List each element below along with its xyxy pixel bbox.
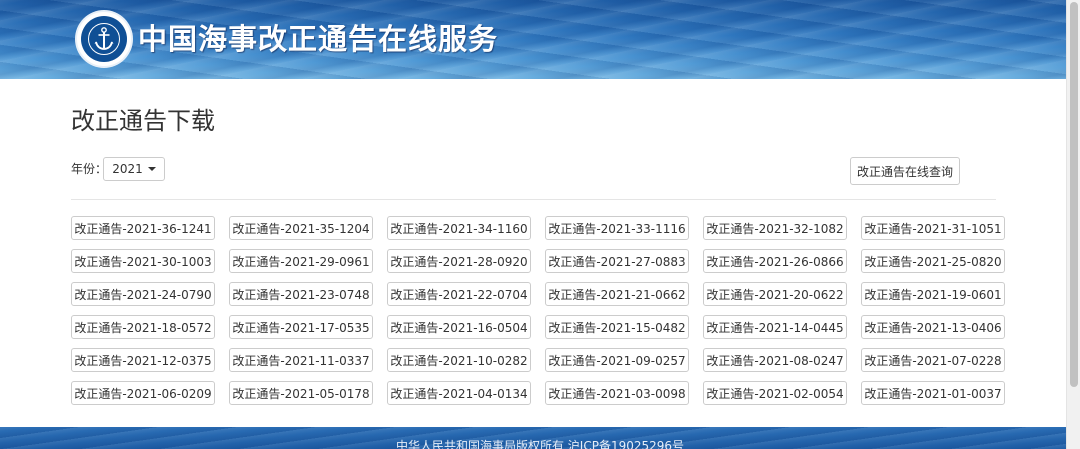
vertical-scrollbar[interactable] <box>1066 0 1080 449</box>
footer-copyright: 中华人民共和国海事局版权所有 沪ICP备19025296号 <box>395 439 685 449</box>
notice-download-button[interactable]: 改正通告-2021-20-0622 <box>703 282 847 306</box>
notice-download-button[interactable]: 改正通告-2021-19-0601 <box>861 282 1005 306</box>
notice-download-button[interactable]: 改正通告-2021-33-1116 <box>545 216 689 240</box>
notice-download-button[interactable]: 改正通告-2021-29-0961 <box>229 249 373 273</box>
year-value: 2021 <box>112 162 143 176</box>
notice-download-button[interactable]: 改正通告-2021-18-0572 <box>71 315 215 339</box>
divider <box>71 199 996 200</box>
notice-download-button[interactable]: 改正通告-2021-26-0866 <box>703 249 847 273</box>
notice-download-button[interactable]: 改正通告-2021-02-0054 <box>703 381 847 405</box>
notice-download-button[interactable]: 改正通告-2021-15-0482 <box>545 315 689 339</box>
caret-down-icon <box>147 167 156 171</box>
notice-download-button[interactable]: 改正通告-2021-07-0228 <box>861 348 1005 372</box>
notice-download-button[interactable]: 改正通告-2021-25-0820 <box>861 249 1005 273</box>
notice-download-button[interactable]: 改正通告-2021-34-1160 <box>387 216 531 240</box>
notice-download-button[interactable]: 改正通告-2021-23-0748 <box>229 282 373 306</box>
notice-grid: 改正通告-2021-36-1241 改正通告-2021-35-1204 改正通告… <box>71 216 1007 405</box>
year-label: 年份： <box>71 162 108 176</box>
notice-download-button[interactable]: 改正通告-2021-14-0445 <box>703 315 847 339</box>
notice-download-button[interactable]: 改正通告-2021-22-0704 <box>387 282 531 306</box>
notice-download-button[interactable]: 改正通告-2021-35-1204 <box>229 216 373 240</box>
notice-download-button[interactable]: 改正通告-2021-11-0337 <box>229 348 373 372</box>
notice-download-button[interactable]: 改正通告-2021-04-0134 <box>387 381 531 405</box>
site-header: 中国海事改正通告在线服务 <box>0 0 1080 79</box>
anchor-logo-icon <box>81 16 127 62</box>
notice-download-button[interactable]: 改正通告-2021-21-0662 <box>545 282 689 306</box>
site-title: 中国海事改正通告在线服务 <box>138 22 499 56</box>
notice-download-button[interactable]: 改正通告-2021-27-0883 <box>545 249 689 273</box>
china-msa-logo[interactable] <box>77 12 131 66</box>
scrollbar-thumb[interactable] <box>1070 2 1078 387</box>
notice-download-button[interactable]: 改正通告-2021-09-0257 <box>545 348 689 372</box>
notice-download-button[interactable]: 改正通告-2021-30-1003 <box>71 249 215 273</box>
year-dropdown[interactable]: 2021 <box>103 157 165 181</box>
notice-download-button[interactable]: 改正通告-2021-13-0406 <box>861 315 1005 339</box>
notice-download-button[interactable]: 改正通告-2021-17-0535 <box>229 315 373 339</box>
notice-download-button[interactable]: 改正通告-2021-24-0790 <box>71 282 215 306</box>
notice-download-button[interactable]: 改正通告-2021-05-0178 <box>229 381 373 405</box>
notice-download-button[interactable]: 改正通告-2021-06-0209 <box>71 381 215 405</box>
online-query-button[interactable]: 改正通告在线查询 <box>850 157 960 185</box>
page-title: 改正通告下载 <box>71 107 215 135</box>
notice-download-button[interactable]: 改正通告-2021-08-0247 <box>703 348 847 372</box>
notice-download-button[interactable]: 改正通告-2021-16-0504 <box>387 315 531 339</box>
site-footer: 中华人民共和国海事局版权所有 沪ICP备19025296号 <box>0 427 1080 449</box>
notice-download-button[interactable]: 改正通告-2021-28-0920 <box>387 249 531 273</box>
notice-download-button[interactable]: 改正通告-2021-12-0375 <box>71 348 215 372</box>
notice-download-button[interactable]: 改正通告-2021-32-1082 <box>703 216 847 240</box>
notice-download-button[interactable]: 改正通告-2021-36-1241 <box>71 216 215 240</box>
notice-download-button[interactable]: 改正通告-2021-01-0037 <box>861 381 1005 405</box>
notice-download-button[interactable]: 改正通告-2021-10-0282 <box>387 348 531 372</box>
notice-download-button[interactable]: 改正通告-2021-03-0098 <box>545 381 689 405</box>
notice-download-button[interactable]: 改正通告-2021-31-1051 <box>861 216 1005 240</box>
